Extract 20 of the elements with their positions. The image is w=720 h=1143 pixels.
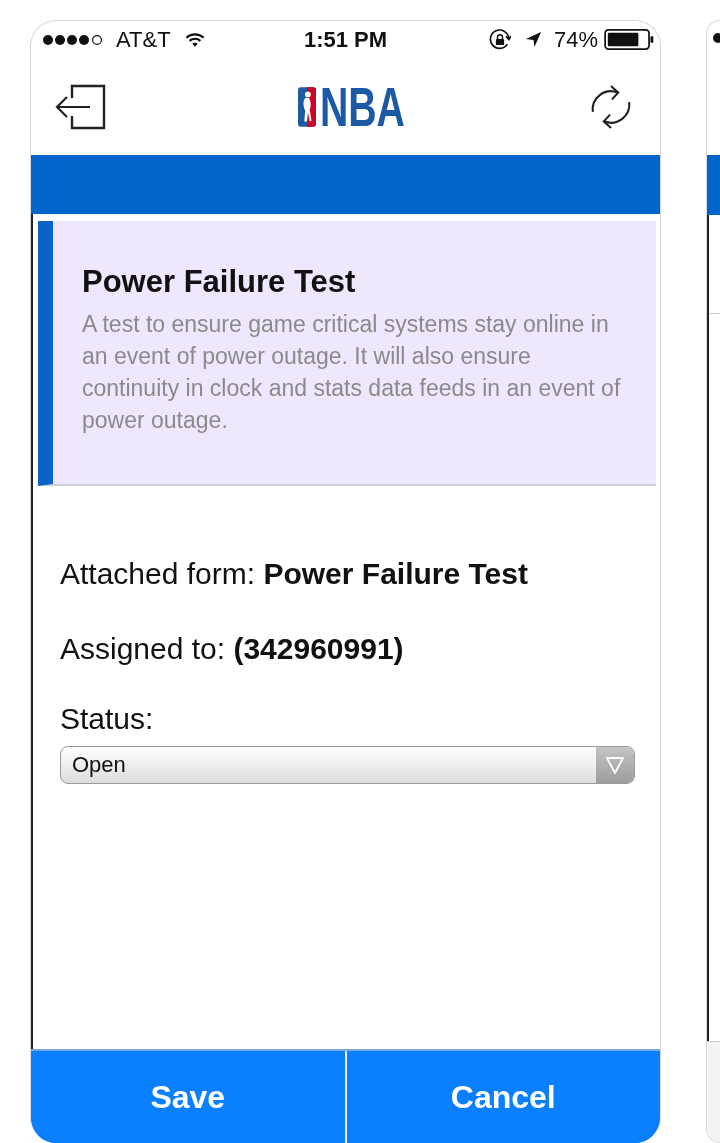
refresh-icon[interactable]: [589, 82, 633, 131]
rotation-lock-icon: [488, 28, 511, 51]
detail-line: Assigned to: (342960991): [60, 631, 404, 667]
caret-icon: [596, 747, 634, 783]
detail-line: Attached form: Power Failure Test: [60, 556, 528, 592]
logo-wordmark: NBA: [319, 78, 405, 135]
carrier-name: AT&T: [116, 26, 171, 53]
logout-icon[interactable]: [54, 83, 106, 130]
battery-percent: 74%: [553, 26, 598, 53]
card-title: Power Failure Test: [82, 263, 357, 301]
status-dropdown[interactable]: Open: [60, 746, 635, 784]
logo-emblem-icon: [297, 85, 316, 128]
card-description: A test to ensure game critical systems stay online in an event of power outage. It will also ensure continuity in clock and stats data feeds in an event of power outage.: [82, 310, 622, 435]
wifi-icon: [184, 32, 205, 47]
location-arrow-icon: [524, 31, 542, 48]
clock-time: 1:51 PM: [303, 26, 388, 53]
signal-icon: [42, 33, 104, 46]
battery-icon: [604, 29, 654, 50]
status-label: Status:: [60, 701, 154, 737]
cancel-button[interactable]: Cancel: [344, 1051, 660, 1143]
